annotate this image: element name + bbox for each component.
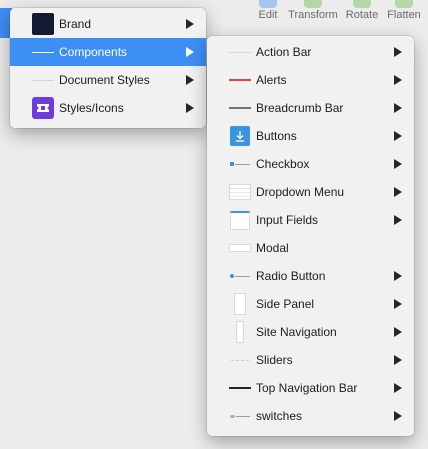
light-line-icon xyxy=(229,41,251,63)
input-thumb-icon xyxy=(229,209,251,231)
site-nav-thumb-icon xyxy=(229,321,251,343)
transform-label: Transform xyxy=(288,9,338,21)
menu-item-label: Styles/Icons xyxy=(59,101,124,115)
menu-item-brand[interactable]: Brand xyxy=(10,10,206,38)
menu-item-label: Modal xyxy=(256,241,289,255)
menu-item-top-navigation-bar[interactable]: Top Navigation Bar xyxy=(207,374,414,402)
menu-item-site-navigation[interactable]: Site Navigation xyxy=(207,318,414,346)
menu-item-label: Action Bar xyxy=(256,45,312,59)
menu-item-action-bar[interactable]: Action Bar xyxy=(207,38,414,66)
menu-item-modal[interactable]: Modal xyxy=(207,234,414,262)
dropdown-thumb-icon xyxy=(229,181,251,203)
menu-item-alerts[interactable]: Alerts xyxy=(207,66,414,94)
menu-item-label: Input Fields xyxy=(256,213,319,227)
menu-item-label: Brand xyxy=(59,17,92,31)
submenu-arrow-icon xyxy=(394,187,402,197)
flatten-button[interactable]: Flatten xyxy=(385,0,423,24)
transform-icon xyxy=(304,0,322,8)
submenu-arrow-icon xyxy=(394,355,402,365)
menu-item-breadcrumb-bar[interactable]: Breadcrumb Bar xyxy=(207,94,414,122)
menu-item-label: Site Navigation xyxy=(256,325,337,339)
rotate-button[interactable]: Rotate xyxy=(344,0,380,24)
submenu-arrow-icon xyxy=(394,271,402,281)
menu-item-styles-icons[interactable]: Styles/Icons xyxy=(10,94,206,122)
edit-label: Edit xyxy=(258,9,278,21)
submenu-arrow-icon xyxy=(186,103,194,113)
menu-item-label: Checkbox xyxy=(256,157,310,171)
components-submenu: Action Bar Alerts Breadcrumb Bar Buttons… xyxy=(207,36,414,436)
gray-line-icon xyxy=(32,69,54,91)
menu-item-label: Side Panel xyxy=(256,297,315,311)
submenu-arrow-icon xyxy=(394,327,402,337)
menu-item-checkbox[interactable]: Checkbox xyxy=(207,150,414,178)
rotate-label: Rotate xyxy=(345,9,379,21)
white-line-icon xyxy=(32,41,54,63)
menu-item-components[interactable]: Components xyxy=(10,38,206,66)
menu-item-label: Alerts xyxy=(256,73,287,87)
submenu-arrow-icon xyxy=(394,131,402,141)
insert-symbol-menu: Brand Components Document Styles Styles/… xyxy=(10,8,206,128)
submenu-arrow-icon xyxy=(394,103,402,113)
menu-item-label: Dropdown Menu xyxy=(256,185,345,199)
menu-item-label: Breadcrumb Bar xyxy=(256,101,344,115)
transform-button[interactable]: Transform xyxy=(287,0,339,24)
submenu-arrow-icon xyxy=(186,19,194,29)
slider-thumb-icon xyxy=(229,349,251,371)
menu-item-label: Buttons xyxy=(256,129,297,143)
submenu-arrow-icon xyxy=(186,47,194,57)
menu-item-label: Components xyxy=(59,45,128,59)
menu-item-label: Sliders xyxy=(256,353,293,367)
submenu-arrow-icon xyxy=(394,159,402,169)
menu-item-radio-button[interactable]: Radio Button xyxy=(207,262,414,290)
menu-item-side-panel[interactable]: Side Panel xyxy=(207,290,414,318)
checkbox-thumb-icon xyxy=(229,153,251,175)
radio-thumb-icon xyxy=(229,265,251,287)
flatten-label: Flatten xyxy=(387,9,421,21)
slate-line-icon xyxy=(229,97,251,119)
red-line-icon xyxy=(229,69,251,91)
menu-item-input-fields[interactable]: Input Fields xyxy=(207,206,414,234)
rotate-icon xyxy=(353,0,371,8)
submenu-arrow-icon xyxy=(394,299,402,309)
edit-icon xyxy=(259,0,277,8)
menu-item-label: Document Styles xyxy=(59,73,150,87)
menu-item-sliders[interactable]: Sliders xyxy=(207,346,414,374)
navy-swatch-icon xyxy=(32,13,54,35)
submenu-arrow-icon xyxy=(394,411,402,421)
edit-button[interactable]: Edit xyxy=(254,0,282,24)
side-panel-thumb-icon xyxy=(229,293,251,315)
flatten-icon xyxy=(395,0,413,8)
menu-item-switches[interactable]: switches xyxy=(207,402,414,430)
submenu-arrow-icon xyxy=(394,383,402,393)
menu-item-label: Radio Button xyxy=(256,269,326,283)
menu-item-buttons[interactable]: Buttons xyxy=(207,122,414,150)
blue-download-icon xyxy=(229,125,251,147)
submenu-arrow-icon xyxy=(394,47,402,57)
submenu-arrow-icon xyxy=(394,75,402,85)
submenu-arrow-icon xyxy=(394,215,402,225)
menu-item-label: switches xyxy=(256,409,303,423)
menu-item-dropdown-menu[interactable]: Dropdown Menu xyxy=(207,178,414,206)
menu-item-document-styles[interactable]: Document Styles xyxy=(10,66,206,94)
menu-item-label: Top Navigation Bar xyxy=(256,381,358,395)
switch-thumb-icon xyxy=(229,405,251,427)
dark-line-icon xyxy=(229,377,251,399)
modal-thumb-icon xyxy=(229,237,251,259)
purple-ticket-icon xyxy=(32,97,54,119)
submenu-arrow-icon xyxy=(186,75,194,85)
